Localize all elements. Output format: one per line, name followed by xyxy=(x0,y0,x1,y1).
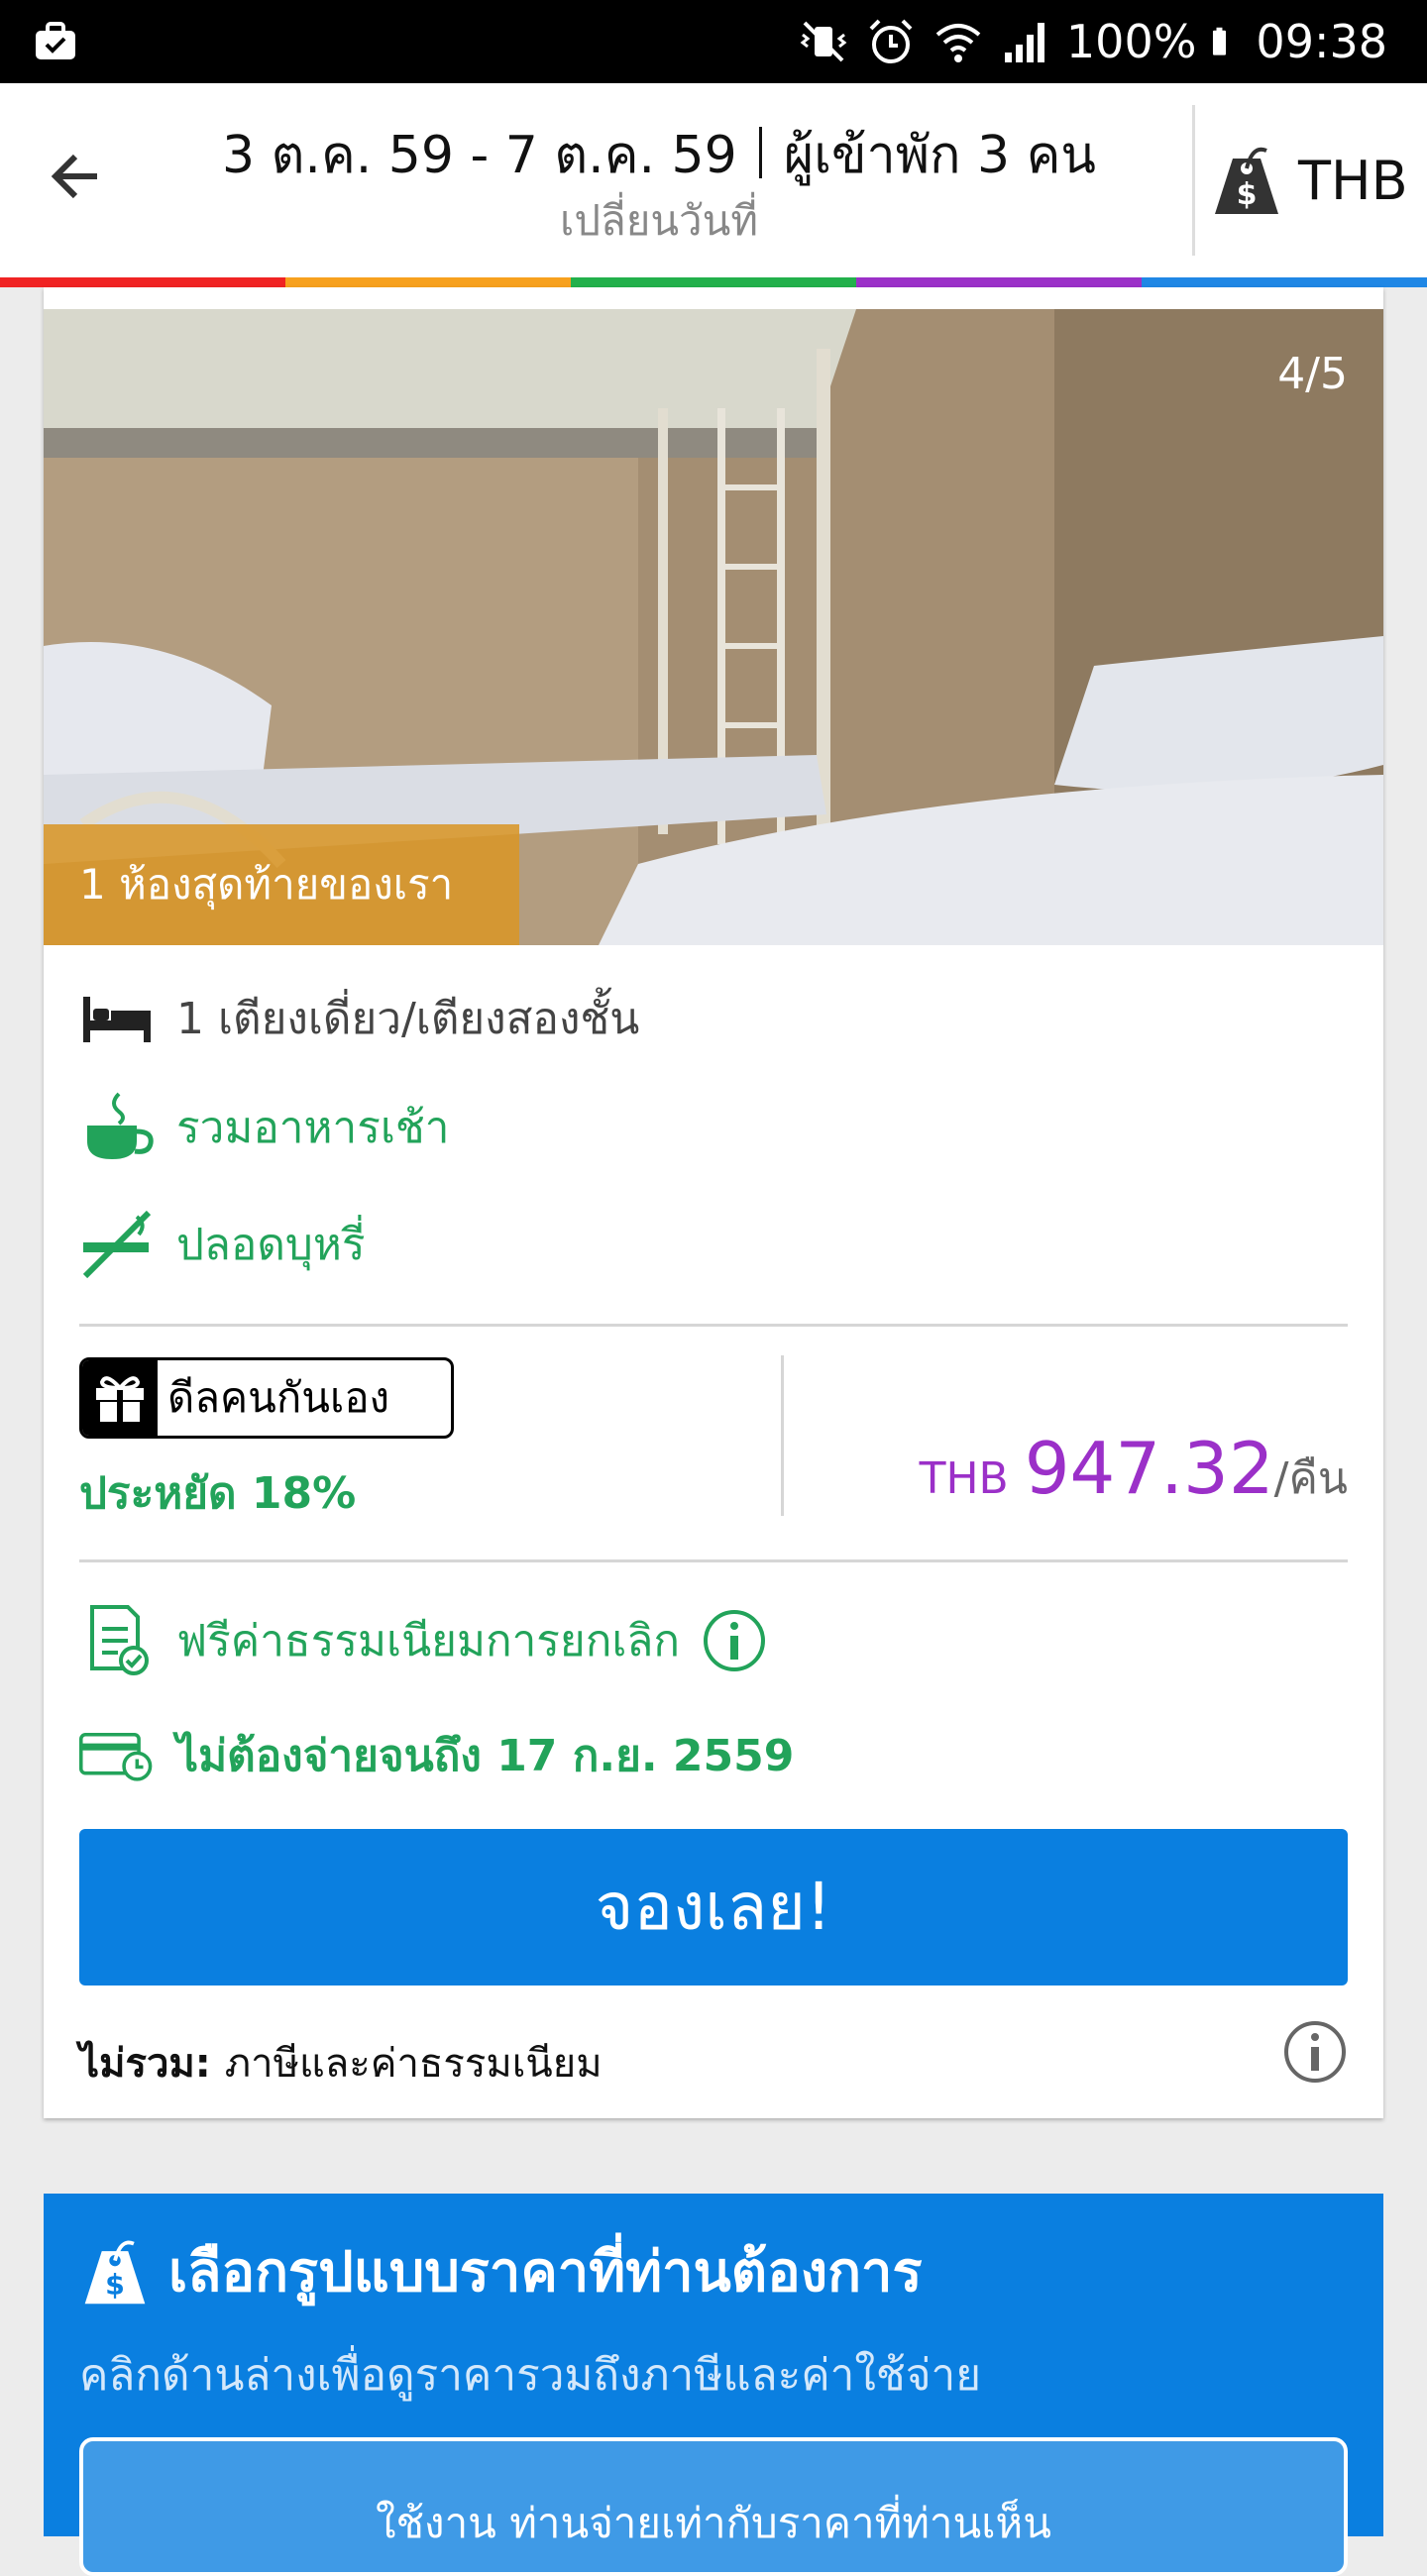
rainbow-blue xyxy=(1142,277,1427,287)
cancellation-label: ฟรีค่าธรรมเนียมการยกเลิก xyxy=(176,1616,680,1666)
svg-text:$: $ xyxy=(1237,177,1258,212)
no-smoking-icon xyxy=(79,1207,155,1282)
price-display-title: $ เลือกรูปแบบราคาที่ท่านต้องการ xyxy=(79,2227,923,2315)
date-range: 3 ต.ค. 59 - 7 ต.ค. 59 xyxy=(222,126,737,185)
divider xyxy=(79,1324,1348,1327)
last-room-banner: 1 ห้องสุดท้ายของเรา xyxy=(44,824,519,945)
book-now-button[interactable]: จองเลย! xyxy=(79,1829,1348,1986)
room-photo[interactable]: 4/5 1 ห้องสุดท้ายของเรา xyxy=(44,309,1383,945)
rainbow-green xyxy=(571,277,856,287)
battery-percent: 100% xyxy=(1065,15,1197,68)
guest-count: ผู้เข้าพัก 3 คน xyxy=(783,126,1096,185)
pay-later: ไม่ต้องจ่ายจนถึง 17 ก.ย. 2559 xyxy=(79,1718,794,1793)
rainbow-bar xyxy=(0,277,1427,287)
card-clock-icon xyxy=(79,1718,155,1793)
pay-later-label: ไม่ต้องจ่ายจนถึง 17 ก.ย. 2559 xyxy=(176,1731,795,1781)
excluded-value: ภาษีและค่าธรรมเนียม xyxy=(224,2041,603,2087)
feature-label: รวมอาหารเช้า xyxy=(176,1103,450,1153)
rainbow-orange xyxy=(285,277,571,287)
divider xyxy=(758,127,762,178)
rainbow-red xyxy=(0,277,285,287)
feature-label: 1 เตียงเดี่ยว/เตียงสองชั้น xyxy=(176,994,640,1044)
photo-counter: 4/5 xyxy=(1277,349,1348,399)
fees-info-icon[interactable] xyxy=(1282,2019,1348,2085)
price-divider xyxy=(781,1355,784,1516)
price-value: 947.32 xyxy=(1024,1427,1274,1510)
feature-bed: 1 เตียงเดี่ยว/เตียงสองชั้น xyxy=(79,981,639,1056)
deal-badge: ดีลคนกันเอง xyxy=(79,1357,454,1439)
currency-label: THB xyxy=(1298,149,1408,212)
price: THB 947.32 /คืน xyxy=(920,1427,1348,1513)
divider xyxy=(79,1559,1348,1562)
feature-label: ปลอดบุหรี่ xyxy=(176,1220,366,1270)
currency-selector[interactable]: $ THB xyxy=(1209,141,1408,220)
alarm-icon xyxy=(869,19,913,63)
price-display-title-text: เลือกรูปแบบราคาที่ท่านต้องการ xyxy=(168,2240,923,2305)
header-divider xyxy=(1192,105,1195,256)
savings-text: ประหยัด 18% xyxy=(79,1468,357,1519)
room-card: 4/5 1 ห้องสุดท้ายของเรา 1 เตียงเดี่ยว/เต… xyxy=(44,287,1383,2118)
info-icon[interactable] xyxy=(702,1608,767,1673)
status-bar: 100% 09:38 xyxy=(0,0,1427,83)
price-tag-icon: $ xyxy=(1215,147,1278,214)
bed-icon xyxy=(79,981,155,1056)
change-date-link[interactable]: เปลี่ยนวันที่ xyxy=(149,188,1169,254)
coffee-cup-icon xyxy=(79,1090,155,1165)
briefcase-check-icon xyxy=(36,22,75,59)
price-per-night: /คืน xyxy=(1273,1453,1348,1504)
svg-text:$: $ xyxy=(105,2268,125,2301)
price-display-option[interactable]: ใช้งาน ท่านจ่ายเท่ากับราคาที่ท่านเห็น xyxy=(79,2437,1348,2576)
battery-icon xyxy=(1213,27,1227,55)
rainbow-purple xyxy=(856,277,1142,287)
signal-icon xyxy=(1004,23,1044,62)
clock: 09:38 xyxy=(1256,15,1387,68)
stay-summary[interactable]: 3 ต.ค. 59 - 7 ต.ค. 59 ผู้เข้าพัก 3 คน xyxy=(149,113,1169,195)
price-currency: THB xyxy=(919,1453,1009,1504)
free-cancellation: ฟรีค่าธรรมเนียมการยกเลิก xyxy=(79,1603,767,1678)
price-display-panel: $ เลือกรูปแบบราคาที่ท่านต้องการ คลิกด้าน… xyxy=(44,2194,1383,2576)
feature-nonsmoking: ปลอดบุหรี่ xyxy=(79,1207,365,1282)
gift-icon xyxy=(82,1360,158,1436)
price-tag-icon: $ xyxy=(84,2240,146,2304)
vibrate-mute-icon xyxy=(800,21,847,62)
excluded-fees: ไม่รวม: ภาษีและค่าธรรมเนียม xyxy=(79,2031,603,2094)
excluded-label: ไม่รวม: xyxy=(79,2041,211,2087)
document-check-icon xyxy=(79,1603,155,1678)
wifi-icon xyxy=(935,24,981,62)
feature-breakfast: รวมอาหารเช้า xyxy=(79,1090,449,1165)
deal-badge-label: ดีลคนกันเอง xyxy=(167,1373,390,1422)
back-arrow-icon[interactable] xyxy=(40,139,115,214)
header: 3 ต.ค. 59 - 7 ต.ค. 59 ผู้เข้าพัก 3 คน เปล… xyxy=(0,83,1427,277)
price-display-subtitle: คลิกด้านล่างเพื่อดูราคารวมถึงภาษีและค่าใ… xyxy=(79,2350,981,2401)
